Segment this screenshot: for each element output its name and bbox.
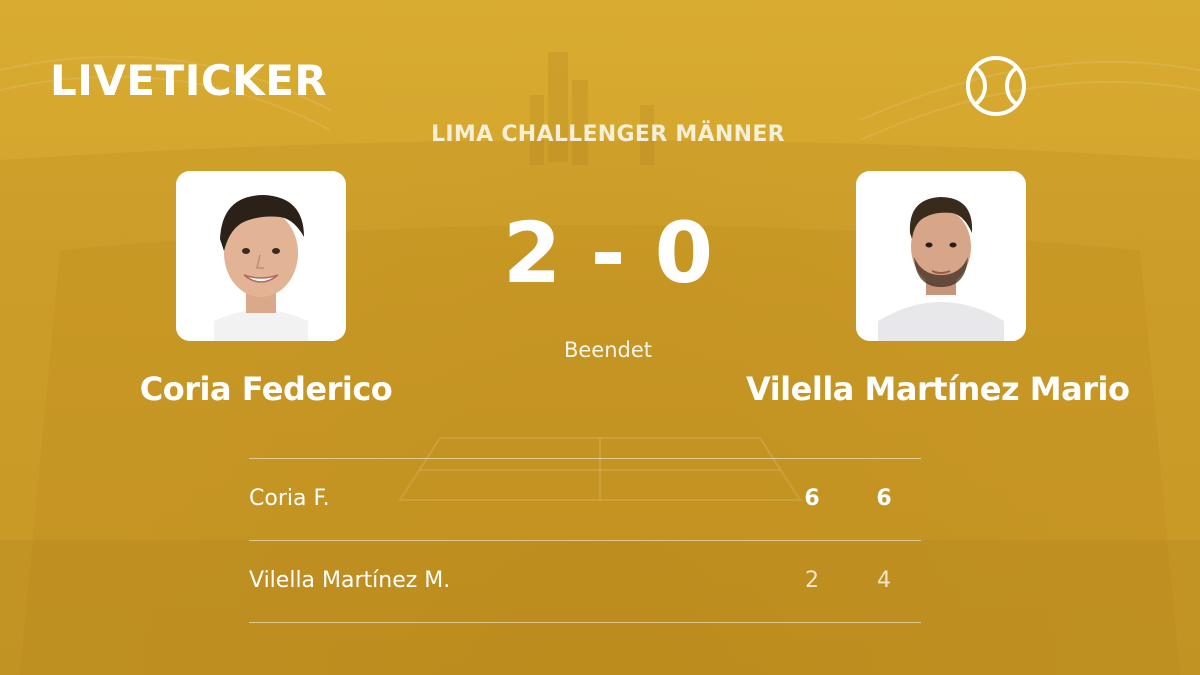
set-2-score: 4 — [877, 568, 891, 593]
player-name-home: Coria Federico — [139, 370, 393, 408]
set-row-player-name: Coria F. — [249, 486, 330, 511]
tournament-name: LIMA CHALLENGER MÄNNER — [431, 122, 785, 147]
liveticker-card: LIVETICKER LIMA CHALLENGER MÄNNER 2 - 0 … — [0, 0, 1200, 675]
set-row-away: Vilella Martínez M. 2 4 — [249, 540, 921, 623]
set-row-player-name: Vilella Martínez M. — [249, 568, 451, 593]
match-status: Beendet — [563, 338, 653, 362]
set-row-home: Coria F. 6 6 — [249, 458, 921, 540]
set-1-score: 2 — [805, 568, 819, 593]
tennis-ball-icon — [966, 56, 1026, 116]
match-score: 2 - 0 — [502, 204, 714, 302]
set-2-score: 6 — [876, 486, 892, 511]
liveticker-logo: LIVETICKER — [50, 56, 328, 105]
set-scores-table: Coria F. 6 6 Vilella Martínez M. 2 4 — [249, 458, 921, 623]
player-name-away: Vilella Martínez Mario — [746, 370, 1130, 408]
set-1-score: 6 — [804, 486, 820, 511]
